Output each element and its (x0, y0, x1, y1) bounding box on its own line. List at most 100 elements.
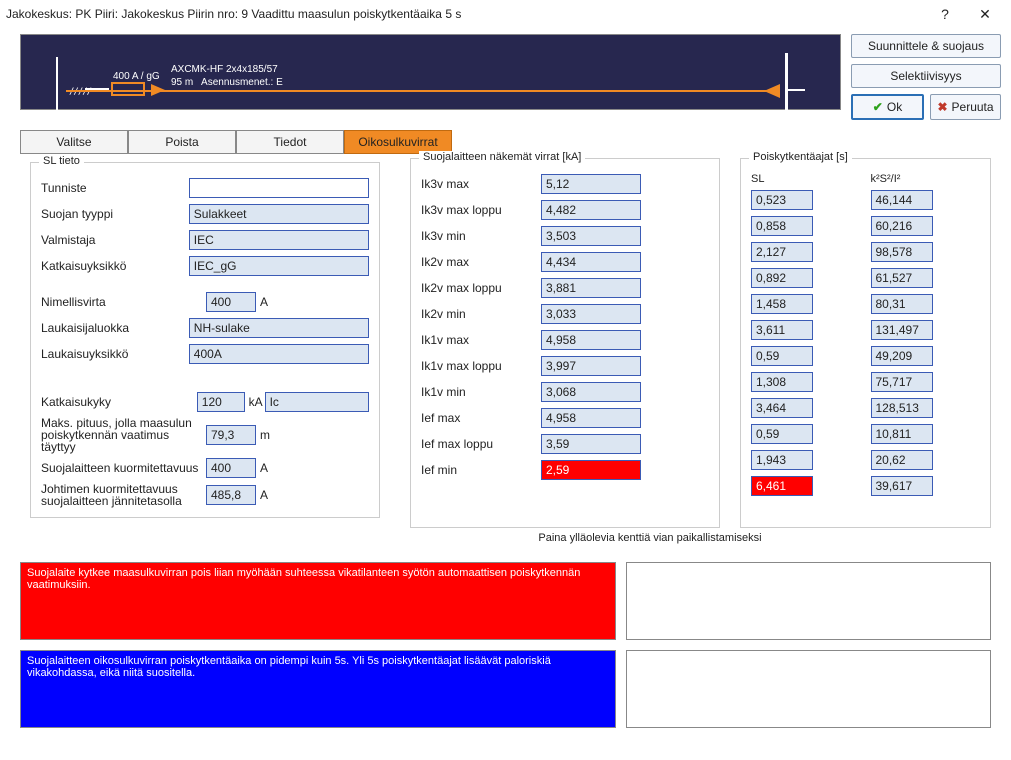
laukaisijaluokka-field[interactable]: NH-sulake (189, 318, 369, 338)
k2s2-value[interactable]: 98,578 (871, 242, 933, 262)
cable-length: 95 m (171, 77, 193, 88)
titlebar: Jakokeskus: PK Piiri: Jakokeskus Piirin … (0, 0, 1011, 28)
poisk-title: Poiskytkentäajat [s] (749, 151, 852, 163)
current-label: Ik2v max (421, 255, 541, 269)
tab-poista[interactable]: Poista (128, 130, 236, 154)
tab-tiedot[interactable]: Tiedot (236, 130, 344, 154)
current-value[interactable]: 4,482 (541, 200, 641, 220)
cable-line (66, 90, 775, 92)
laukaisuyksikko-label: Laukaisuyksikkö (41, 347, 189, 361)
sl-value[interactable]: 6,461 (751, 476, 813, 496)
current-value[interactable]: 3,59 (541, 434, 641, 454)
arrow-left-icon (764, 84, 780, 98)
ic-field[interactable]: Ic (265, 392, 369, 412)
check-icon: ✔ (873, 100, 883, 114)
sl-value[interactable]: 3,464 (751, 398, 813, 418)
x-icon: ✖ (937, 100, 947, 114)
sl-value[interactable]: 2,127 (751, 242, 813, 262)
circuit-diagram: ///// 400 A / gG AXCMK-HF 2x4x185/57 95 … (20, 34, 841, 110)
hint-caption: Paina ylläolevia kenttiä vian paikallist… (500, 532, 800, 544)
k2s2-value[interactable]: 60,216 (871, 216, 933, 236)
current-label: Ief min (421, 463, 541, 477)
sl-value[interactable]: 0,523 (751, 190, 813, 210)
tunniste-field[interactable] (189, 178, 369, 198)
k2s2-value[interactable]: 131,497 (871, 320, 933, 340)
window: Jakokeskus: PK Piiri: Jakokeskus Piirin … (0, 0, 1011, 760)
sl-value[interactable]: 1,458 (751, 294, 813, 314)
sl-value[interactable]: 0,892 (751, 268, 813, 288)
current-value[interactable]: 2,59 (541, 460, 641, 480)
sl-value[interactable]: 3,611 (751, 320, 813, 340)
sl-value[interactable]: 1,943 (751, 450, 813, 470)
k2s2-value[interactable]: 20,62 (871, 450, 933, 470)
sl-value[interactable]: 0,59 (751, 346, 813, 366)
current-label: Ik1v min (421, 385, 541, 399)
nimellisvirta-field[interactable]: 400 (206, 292, 256, 312)
current-value[interactable]: 4,434 (541, 252, 641, 272)
current-label: Ik3v min (421, 229, 541, 243)
tyyppi-field[interactable]: Sulakkeet (189, 204, 369, 224)
window-title: Jakokeskus: PK Piiri: Jakokeskus Piirin … (6, 7, 925, 21)
current-value[interactable]: 3,033 (541, 304, 641, 324)
nimellisvirta-label: Nimellisvirta (41, 295, 206, 309)
current-label: Ik2v max loppu (421, 281, 541, 295)
katkaisukyky-field[interactable]: 120 (197, 392, 245, 412)
current-label: Ief max loppu (421, 437, 541, 451)
suojalaite-kuorm-label: Suojalaitteen kuormitettavuus (41, 461, 206, 475)
sl-value[interactable]: 0,858 (751, 216, 813, 236)
ok-button[interactable]: ✔ Ok (851, 94, 924, 120)
k2s2-value[interactable]: 80,31 (871, 294, 933, 314)
help-button[interactable]: ? (925, 2, 965, 26)
error-message-1: Suojalaite kytkee maasulkuvirran pois li… (20, 562, 616, 640)
close-button[interactable]: ✕ (965, 2, 1005, 26)
sl-column-head: SL (751, 173, 861, 185)
k2s2-value[interactable]: 75,717 (871, 372, 933, 392)
k2s2-value[interactable]: 61,527 (871, 268, 933, 288)
k2s2-value[interactable]: 49,209 (871, 346, 933, 366)
poisk-group: Poiskytkentäajat [s] SL 0,5230,8582,1270… (740, 158, 991, 528)
selectivity-button[interactable]: Selektiivisyys (851, 64, 1001, 88)
current-value[interactable]: 5,12 (541, 174, 641, 194)
design-protect-button[interactable]: Suunnittele & suojaus (851, 34, 1001, 58)
current-label: Ik3v max (421, 177, 541, 191)
current-label: Ik3v max loppu (421, 203, 541, 217)
k2s2-value[interactable]: 39,617 (871, 476, 933, 496)
current-value[interactable]: 3,997 (541, 356, 641, 376)
tunniste-label: Tunniste (41, 181, 189, 195)
k2s2-value[interactable]: 46,144 (871, 190, 933, 210)
cable-type: AXCMK-HF 2x4x185/57 (171, 64, 278, 75)
sl-title: SL tieto (39, 155, 84, 167)
valmistaja-label: Valmistaja (41, 233, 189, 247)
sl-value[interactable]: 1,308 (751, 372, 813, 392)
cancel-button[interactable]: ✖ Peruuta (930, 94, 1001, 120)
laukaisijaluokka-label: Laukaisijaluokka (41, 321, 189, 335)
sl-value[interactable]: 0,59 (751, 424, 813, 444)
k2s2-column-head: k²S²/I² (871, 173, 981, 185)
johtimen-kuorm-field[interactable]: 485,8 (206, 485, 256, 505)
maks-pituus-label: Maks. pituus, jolla maasulun poiskytkenn… (41, 417, 206, 453)
k2s2-value[interactable]: 10,811 (871, 424, 933, 444)
fault-locate-box-2[interactable] (626, 650, 991, 728)
fuse-icon (111, 82, 145, 96)
katkaisuyksikko-label: Katkaisuyksikkö (41, 259, 189, 273)
fault-locate-box-1[interactable] (626, 562, 991, 640)
suojalaite-kuorm-field[interactable]: 400 (206, 458, 256, 478)
current-value[interactable]: 3,503 (541, 226, 641, 246)
tab-valitse[interactable]: Valitse (20, 130, 128, 154)
current-value[interactable]: 3,881 (541, 278, 641, 298)
current-label: Ik2v min (421, 307, 541, 321)
currents-title: Suojalaitteen näkemät virrat [kA] (419, 151, 585, 163)
current-value[interactable]: 4,958 (541, 408, 641, 428)
current-value[interactable]: 3,068 (541, 382, 641, 402)
k2s2-value[interactable]: 128,513 (871, 398, 933, 418)
valmistaja-field[interactable]: IEC (189, 230, 369, 250)
currents-group: Suojalaitteen näkemät virrat [kA] Ik3v m… (410, 158, 720, 528)
maks-pituus-field[interactable]: 79,3 (206, 425, 256, 445)
fuse-rating: 400 A / gG (113, 71, 160, 82)
katkaisuyksikko-field[interactable]: IEC_gG (189, 256, 369, 276)
laukaisuyksikko-field[interactable]: 400A (189, 344, 369, 364)
johtimen-kuorm-label: Johtimen kuormitettavuus suojalaitteen j… (41, 483, 206, 507)
katkaisukyky-label: Katkaisukyky (41, 395, 197, 409)
tyyppi-label: Suojan tyyppi (41, 207, 189, 221)
current-value[interactable]: 4,958 (541, 330, 641, 350)
